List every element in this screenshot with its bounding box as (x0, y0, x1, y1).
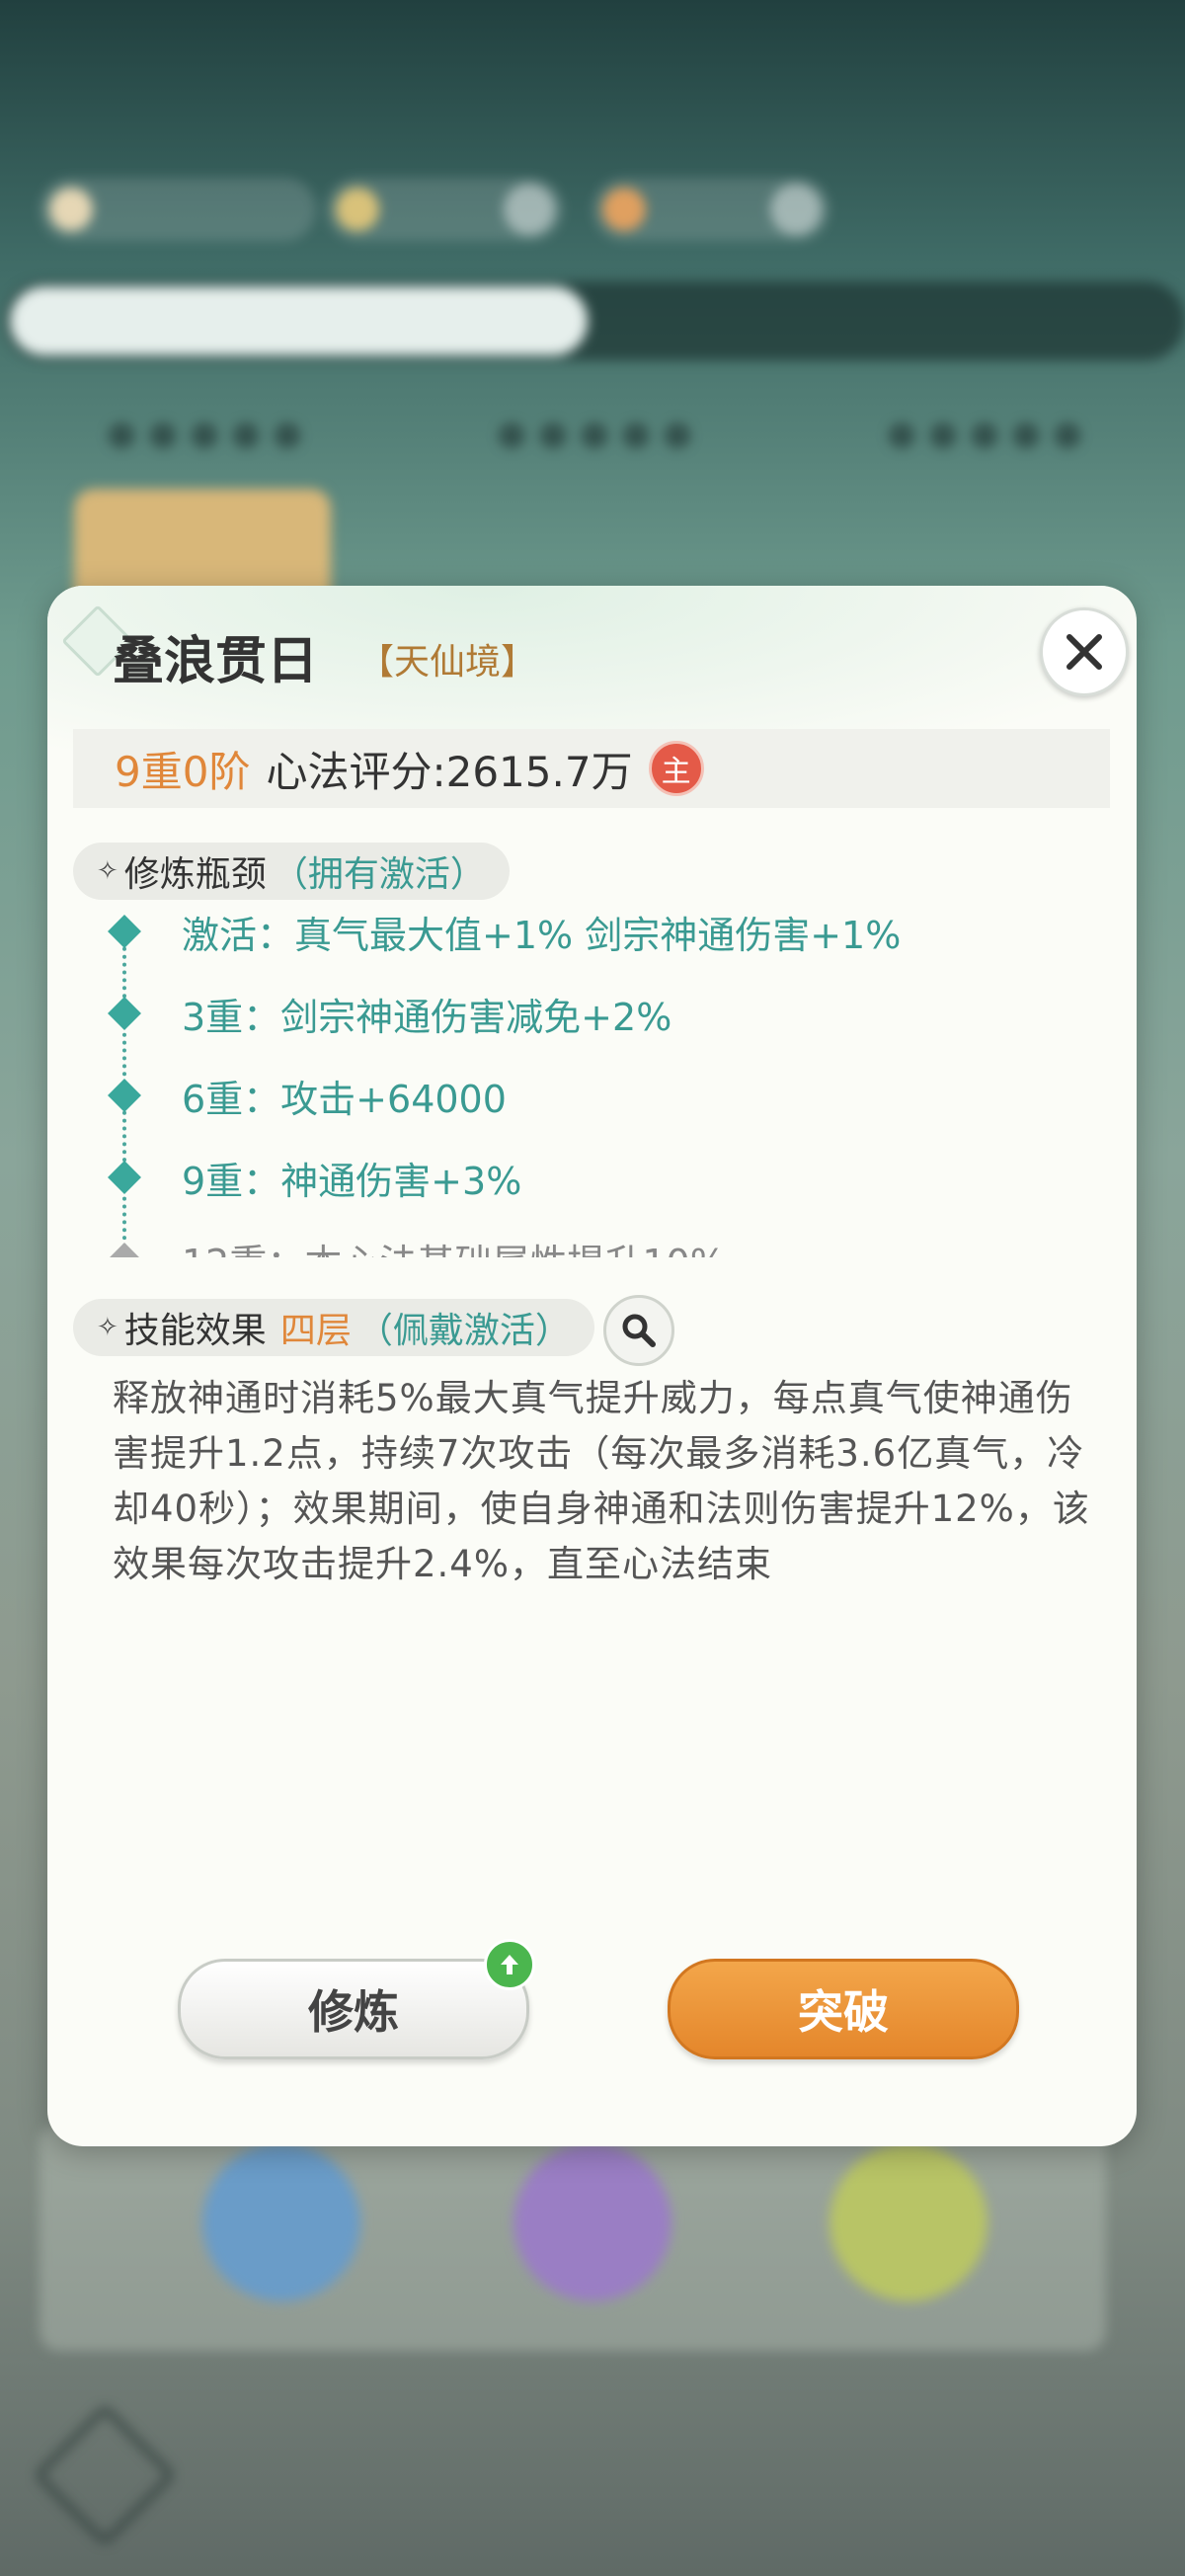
skill-description: 释放神通时消耗5%最大真气提升威力，每点真气使神通伤害提升1.2点，持续7次攻击… (113, 1377, 1090, 1585)
diamond-bullet-icon (108, 997, 141, 1030)
skill-effect-level: 四层 (279, 1311, 352, 1351)
diamond-bullet-icon (108, 1079, 141, 1112)
background-orb (202, 2143, 360, 2301)
bottleneck-header: ✧ 修炼瓶颈 （拥有激活） (73, 843, 510, 900)
sparkle-icon: ✧ (97, 1313, 118, 1342)
sparkle-icon: ✧ (97, 856, 118, 886)
list-item: 9重：神通伤害+3% (107, 1148, 521, 1207)
close-button[interactable] (1040, 607, 1129, 696)
list-item: 3重：剑宗神通伤害减免+2% (107, 984, 672, 1043)
breakthrough-button[interactable]: 突破 (668, 1959, 1019, 2059)
skill-effect-header: ✧ 技能效果 四层 （佩戴激活） (73, 1299, 594, 1356)
milestone-text: 激活：真气最大值+1% 剑宗神通伤害+1% (182, 913, 902, 957)
magnify-icon (622, 1314, 656, 1347)
list-item: 激活：真气最大值+1% 剑宗神通伤害+1% (107, 902, 901, 961)
list-item: 12重：本心法基础属性提升10% (107, 1230, 726, 1257)
skill-realm: 【天仙境】 (358, 642, 537, 683)
skill-title: 叠浪贯日 (113, 632, 319, 691)
main-badge: 主 (648, 741, 704, 796)
diamond-bullet-icon (108, 1161, 141, 1194)
bottleneck-label: 修炼瓶颈 (123, 854, 267, 895)
player-info-pill (40, 178, 316, 241)
train-button-label: 修炼 (308, 1985, 399, 2039)
skill-effect-status: （佩戴激活） (356, 1311, 571, 1351)
milestone-text: 3重：剑宗神通伤害减免+2% (182, 995, 672, 1039)
skill-level: 9重0阶 (115, 747, 251, 796)
background-dots (889, 423, 1080, 448)
bottleneck-status: （拥有激活） (272, 854, 486, 895)
background-tab-active (10, 286, 588, 356)
list-item: 6重：攻击+64000 (107, 1066, 507, 1125)
milestone-text: 12重：本心法基础属性提升10% (182, 1233, 726, 1258)
diamond-bullet-icon (108, 1243, 141, 1257)
train-button[interactable]: 修炼 (178, 1959, 529, 2059)
currency-pill-2 (592, 178, 830, 241)
skill-detail-modal: 叠浪贯日 【天仙境】 9重0阶 心法评分: 2615.7万 主 ✧ 修炼瓶颈 （… (47, 586, 1137, 2146)
close-icon (1066, 634, 1102, 670)
background-dots (499, 423, 690, 448)
breakthrough-button-label: 突破 (798, 1985, 889, 2039)
milestone-text: 6重：攻击+64000 (182, 1077, 507, 1121)
background-orb (514, 2143, 672, 2301)
background-orb (830, 2143, 988, 2301)
magnify-button[interactable] (603, 1295, 674, 1366)
score-value: 2615.7万 (445, 747, 633, 796)
currency-pill-1 (326, 178, 563, 241)
upgrade-arrow-icon (501, 1955, 518, 1974)
bottleneck-list[interactable]: 激活：真气最大值+1% 剑宗神通伤害+1% 3重：剑宗神通伤害减免+2% 6重：… (107, 902, 1094, 1257)
diamond-bullet-icon (108, 915, 141, 948)
score-label: 心法评分: (266, 747, 446, 796)
milestone-text: 9重：神通伤害+3% (182, 1159, 522, 1203)
background-dots (109, 423, 300, 448)
background-diamond-icon (33, 2403, 177, 2547)
skill-effect-label: 技能效果 (123, 1311, 267, 1351)
upgrade-indicator (484, 1939, 535, 1990)
score-row: 9重0阶 心法评分: 2615.7万 主 (73, 729, 1110, 808)
